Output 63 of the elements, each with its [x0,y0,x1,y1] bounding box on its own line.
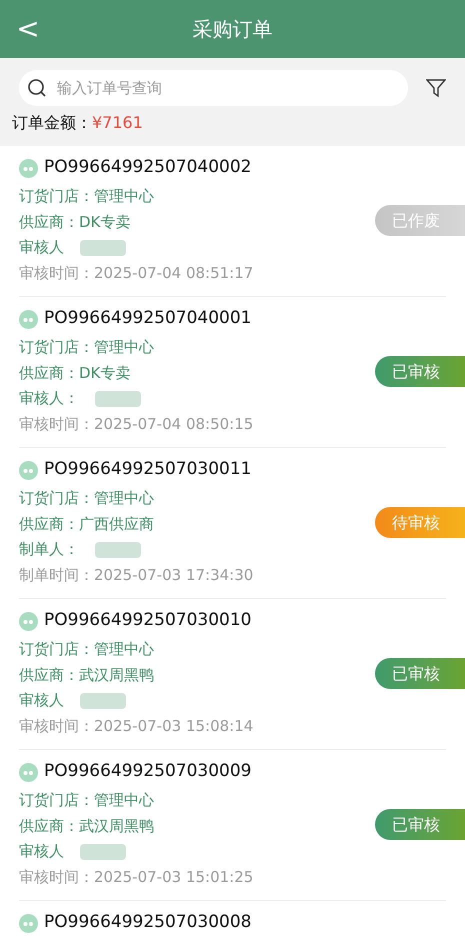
quote-icon [19,310,38,328]
order-number: PO99664992507030010 [44,609,252,632]
supplier-label: 供应商： [19,362,79,384]
time-value: 2025-07-03 15:08:14 [94,716,254,736]
supplier-label: 供应商： [19,664,79,686]
time-label: 制单时间： [19,564,94,586]
supplier-value: 武汉周黑鸭 [79,664,154,686]
supplier-value: 广西供应商 [79,514,154,534]
supplier-value: DK专卖 [79,362,130,384]
store-label: 订货门店： [19,337,94,358]
status-badge: 已审核 [375,356,465,387]
store-value: 管理中心 [94,639,154,660]
person-label: 审核人： [19,388,79,409]
store-label: 订货门店： [19,790,94,811]
order-number: PO99664992507030008 [44,911,252,934]
store-label: 订货门店： [19,639,94,660]
store-value: 管理中心 [94,337,154,358]
redaction-blur [80,240,126,256]
time-value: 2025-07-04 08:51:17 [94,262,254,284]
search-icon [27,78,47,98]
order-number: PO99664992507030009 [44,760,252,784]
person-label: 制单人： [19,539,79,560]
time-label: 审核时间： [19,716,94,736]
time-label: 审核时间： [19,414,94,434]
store-value: 管理中心 [94,790,154,811]
filter-icon[interactable] [426,78,446,98]
person-label: 审核人 [19,237,64,258]
amount-label: 订单金额： [12,112,92,134]
page-title: 采购订单 [192,16,272,43]
redaction-blur [80,692,126,709]
redaction-blur [80,844,126,860]
supplier-label: 供应商： [19,514,79,534]
order-number: PO99664992507040002 [44,156,252,180]
status-badge: 已审核 [375,809,465,840]
amount-value: ¥7161 [92,112,143,134]
redaction-blur [95,542,141,558]
search-field[interactable]: 输入订单号查询 [19,70,408,106]
person-label: 审核人 [19,690,64,711]
store-value: 管理中心 [94,488,154,509]
order-number: PO99664992507030011 [44,458,252,482]
order-number: PO99664992507040001 [44,307,252,330]
quote-icon [19,762,38,782]
supplier-value: 武汉周黑鸭 [79,816,154,836]
time-value: 2025-07-03 17:34:30 [94,564,254,586]
redaction-blur [95,390,141,407]
supplier-value: DK专卖 [79,212,130,232]
store-label: 订货门店： [19,186,94,207]
status-badge: 待审核 [375,507,465,538]
time-value: 2025-07-03 15:01:25 [94,866,254,888]
supplier-label: 供应商： [19,816,79,836]
supplier-label: 供应商： [19,212,79,232]
time-label: 审核时间： [19,262,94,284]
quote-icon [19,612,38,630]
quote-icon [19,914,38,932]
status-badge: 已审核 [375,658,465,689]
store-value: 管理中心 [94,186,154,207]
back-button[interactable]: < [16,14,40,44]
quote-icon [19,158,38,178]
quote-icon [19,460,38,480]
store-label: 订货门店： [19,488,94,509]
time-value: 2025-07-04 08:50:15 [94,414,254,434]
person-label: 审核人 [19,841,64,862]
time-label: 审核时间： [19,866,94,888]
